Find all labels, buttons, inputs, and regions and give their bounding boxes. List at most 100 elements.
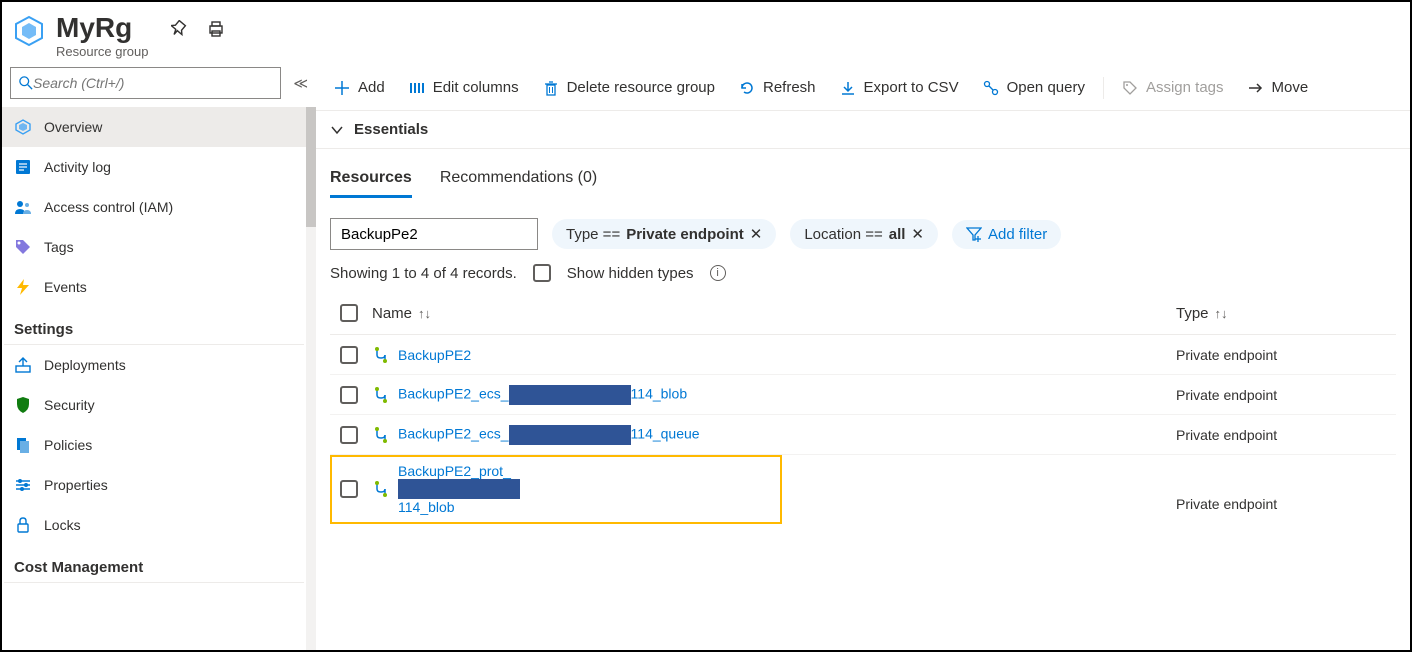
tag-icon <box>14 238 32 256</box>
policy-icon <box>14 436 32 454</box>
info-icon[interactable]: i <box>710 265 726 281</box>
private-endpoint-icon <box>372 426 390 444</box>
sidebar-scrollbar-thumb[interactable] <box>306 107 316 227</box>
sidebar-item-events[interactable]: Events <box>2 267 306 307</box>
sidebar-collapse-button[interactable]: ≪ <box>293 75 308 92</box>
filter-search-input[interactable] <box>330 218 538 250</box>
sort-icon: ↑↓ <box>1215 306 1228 321</box>
resource-group-icon <box>12 14 46 51</box>
sidebar-item-label: Deployments <box>44 357 126 373</box>
filter-chip-type[interactable]: Type == Private endpoint ✕ <box>552 219 776 249</box>
edit-columns-button[interactable]: Edit columns <box>401 75 527 100</box>
sidebar-item-deployments[interactable]: Deployments <box>2 345 306 385</box>
delete-rg-button[interactable]: Delete resource group <box>535 75 723 100</box>
sidebar-item-activity-log[interactable]: Activity log <box>2 147 306 187</box>
sidebar-item-label: Events <box>44 279 87 295</box>
resource-type: Private endpoint <box>1176 496 1396 512</box>
close-icon[interactable]: ✕ <box>750 225 763 243</box>
cube-icon <box>14 118 32 136</box>
sidebar: ≪ Overview Activity log Access control (… <box>2 67 316 650</box>
sidebar-item-access-control[interactable]: Access control (IAM) <box>2 187 306 227</box>
add-filter-button[interactable]: Add filter <box>952 220 1061 249</box>
lock-icon <box>14 516 32 534</box>
redacted-segment <box>509 425 631 445</box>
resources-table: Name ↑↓ Type ↑↓ BackupPE2 Private endpoin… <box>316 296 1410 524</box>
sidebar-item-properties[interactable]: Properties <box>2 465 306 505</box>
sidebar-item-security[interactable]: Security <box>2 385 306 425</box>
page-header: MyRg Resource group <box>2 2 1410 67</box>
filter-chip-location[interactable]: Location == all ✕ <box>790 219 938 249</box>
select-all-checkbox[interactable] <box>340 304 358 322</box>
tab-recommendations[interactable]: Recommendations (0) <box>440 169 597 198</box>
row-checkbox[interactable] <box>340 386 358 404</box>
row-checkbox[interactable] <box>340 426 358 444</box>
sidebar-search-box[interactable] <box>10 67 281 99</box>
sidebar-item-label: Locks <box>44 517 81 533</box>
sidebar-item-label: Security <box>44 397 95 413</box>
close-icon[interactable]: ✕ <box>911 225 924 243</box>
show-hidden-label: Show hidden types <box>567 265 694 282</box>
essentials-toggle[interactable]: Essentials <box>316 111 1410 149</box>
column-header-type[interactable]: Type ↑↓ <box>1176 305 1396 322</box>
resource-type: Private endpoint <box>1176 347 1396 363</box>
page-title: MyRg <box>56 14 149 42</box>
filter-icon <box>966 226 982 242</box>
tab-resources[interactable]: Resources <box>330 169 412 198</box>
deploy-icon <box>14 356 32 374</box>
refresh-button[interactable]: Refresh <box>731 75 824 100</box>
refresh-icon <box>739 80 755 96</box>
sidebar-section-settings: Settings <box>4 307 304 345</box>
trash-icon <box>543 80 559 96</box>
sidebar-item-label: Policies <box>44 437 92 453</box>
redacted-segment <box>509 385 631 405</box>
sidebar-search-input[interactable] <box>33 75 272 91</box>
private-endpoint-icon <box>372 480 390 498</box>
sort-icon: ↑↓ <box>418 306 431 321</box>
assign-tags-button[interactable]: Assign tags <box>1114 75 1232 100</box>
table-header: Name ↑↓ Type ↑↓ <box>330 296 1396 335</box>
resource-link[interactable]: BackupPE2_ecs_114_queue <box>398 425 700 445</box>
private-endpoint-icon <box>372 346 390 364</box>
open-query-button[interactable]: Open query <box>975 75 1093 100</box>
content-tabs: Resources Recommendations (0) <box>316 149 1410 198</box>
column-header-name[interactable]: Name ↑↓ <box>372 305 1162 322</box>
private-endpoint-icon <box>372 386 390 404</box>
row-checkbox[interactable] <box>340 346 358 364</box>
sidebar-item-label: Tags <box>44 239 74 255</box>
sidebar-item-overview[interactable]: Overview <box>2 107 306 147</box>
pin-icon[interactable] <box>171 20 189 41</box>
chevron-down-icon <box>330 123 344 137</box>
sidebar-item-label: Overview <box>44 119 102 135</box>
row-checkbox[interactable] <box>340 480 358 498</box>
resource-type: Private endpoint <box>1176 387 1396 403</box>
sidebar-item-locks[interactable]: Locks <box>2 505 306 545</box>
sidebar-item-label: Access control (IAM) <box>44 199 173 215</box>
records-count-label: Showing 1 to 4 of 4 records. <box>330 265 517 282</box>
sidebar-item-policies[interactable]: Policies <box>2 425 306 465</box>
move-icon <box>1248 80 1264 96</box>
add-button[interactable]: Add <box>326 75 393 100</box>
show-hidden-checkbox[interactable] <box>533 264 551 282</box>
records-info-row: Showing 1 to 4 of 4 records. Show hidden… <box>316 260 1410 296</box>
main-content: Add Edit columns Delete resource group R… <box>316 67 1410 650</box>
resource-type: Private endpoint <box>1176 427 1396 443</box>
move-button[interactable]: Move <box>1240 75 1317 100</box>
sidebar-item-label: Properties <box>44 477 108 493</box>
resource-link[interactable]: BackupPE2_ecs_114_blob <box>398 385 687 405</box>
plus-icon <box>334 80 350 96</box>
sidebar-scrollbar-track[interactable] <box>306 107 316 650</box>
download-icon <box>840 80 856 96</box>
sidebar-item-label: Activity log <box>44 159 111 175</box>
export-csv-button[interactable]: Export to CSV <box>832 75 967 100</box>
iam-icon <box>14 198 32 216</box>
table-row: BackupPE2_prot_114_blob <box>330 455 782 524</box>
shield-icon <box>14 396 32 414</box>
sidebar-item-tags[interactable]: Tags <box>2 227 306 267</box>
redacted-segment <box>398 479 520 499</box>
command-bar: Add Edit columns Delete resource group R… <box>316 67 1410 111</box>
resource-link[interactable]: BackupPE2_prot_114_blob <box>398 463 520 515</box>
print-icon[interactable] <box>207 20 225 41</box>
bolt-icon <box>14 278 32 296</box>
filter-bar: Type == Private endpoint ✕ Location == a… <box>316 198 1410 260</box>
resource-link[interactable]: BackupPE2 <box>398 347 471 363</box>
